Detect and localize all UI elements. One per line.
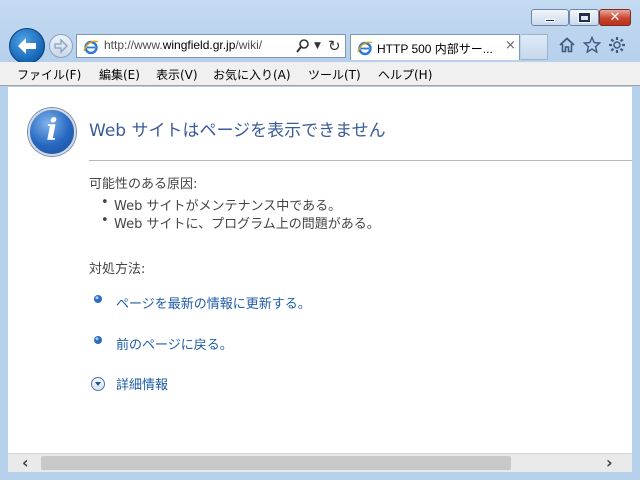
forward-button[interactable] xyxy=(49,34,73,58)
menu-view[interactable]: 表示(V) xyxy=(156,66,198,83)
menu-file[interactable]: ファイル(F) xyxy=(17,66,81,83)
menu-tools[interactable]: ツール(T) xyxy=(308,66,361,83)
new-tab-button[interactable] xyxy=(521,34,548,60)
divider xyxy=(89,160,632,161)
bullet-icon xyxy=(94,295,102,303)
tab-current[interactable]: HTTP 500 内部サー... × xyxy=(350,34,520,60)
scrollbar-thumb[interactable] xyxy=(41,456,511,470)
menu-favorites[interactable]: お気に入り(A) xyxy=(213,66,291,83)
page-title: Web サイトはページを表示できません xyxy=(89,121,386,141)
minimize-icon xyxy=(545,19,555,22)
bullet-icon xyxy=(94,336,102,344)
maximize-icon xyxy=(578,12,591,23)
scroll-right-icon[interactable]: › xyxy=(606,453,613,472)
url-text[interactable]: http://www.wingfield.gr.jp/wiki/ xyxy=(104,38,262,52)
close-window-button[interactable]: ✕ xyxy=(599,9,631,26)
tab-ie-icon xyxy=(357,41,373,56)
address-bar[interactable]: http://www.wingfield.gr.jp/wiki/ ▼ ↻ xyxy=(76,34,346,58)
refresh-icon[interactable]: ↻ xyxy=(328,37,341,55)
menu-edit[interactable]: 編集(E) xyxy=(99,66,140,83)
search-icon[interactable] xyxy=(295,38,311,54)
cause-item: Web サイトに、プログラム上の問題がある。 xyxy=(101,213,380,232)
scroll-left-icon[interactable]: ‹ xyxy=(22,453,29,472)
actions-label: 対処方法: xyxy=(89,262,146,277)
back-arrow-icon xyxy=(18,38,36,54)
more-info-link[interactable]: 詳細情報 xyxy=(116,374,168,393)
gear-icon[interactable] xyxy=(608,36,626,54)
causes-label: 可能性のある原因: xyxy=(89,177,198,192)
browser-window: ✕ http://www.wingfield.gr.jp/wiki/ ▼ ↻ H… xyxy=(0,0,640,480)
ie-logo-icon xyxy=(83,40,99,55)
maximize-button[interactable] xyxy=(569,9,599,26)
forward-arrow-icon xyxy=(54,38,68,54)
refresh-page-link[interactable]: ページを最新の情報に更新する。 xyxy=(116,293,311,312)
info-icon: i xyxy=(28,108,76,156)
cause-item: Web サイトがメンテナンス中である。 xyxy=(101,195,341,214)
tab-close-icon[interactable]: × xyxy=(505,38,516,53)
tab-title: HTTP 500 内部サー... xyxy=(377,42,493,56)
page-content: i Web サイトはページを表示できません 可能性のある原因: Web サイトが… xyxy=(8,87,632,453)
minimize-button[interactable] xyxy=(531,9,569,26)
star-icon[interactable] xyxy=(583,36,601,54)
address-dropdown-icon[interactable]: ▼ xyxy=(314,41,321,51)
horizontal-scrollbar[interactable]: ‹ › xyxy=(8,453,632,472)
home-icon[interactable] xyxy=(558,36,576,54)
menu-bar: ファイル(F) 編集(E) 表示(V) お気に入り(A) ツール(T) ヘルプ(… xyxy=(0,62,640,86)
menu-help[interactable]: ヘルプ(H) xyxy=(378,66,432,83)
expand-chevron-icon[interactable] xyxy=(91,377,105,391)
back-button[interactable] xyxy=(9,28,45,64)
go-back-link[interactable]: 前のページに戻る。 xyxy=(116,334,233,353)
close-icon: ✕ xyxy=(609,10,621,25)
